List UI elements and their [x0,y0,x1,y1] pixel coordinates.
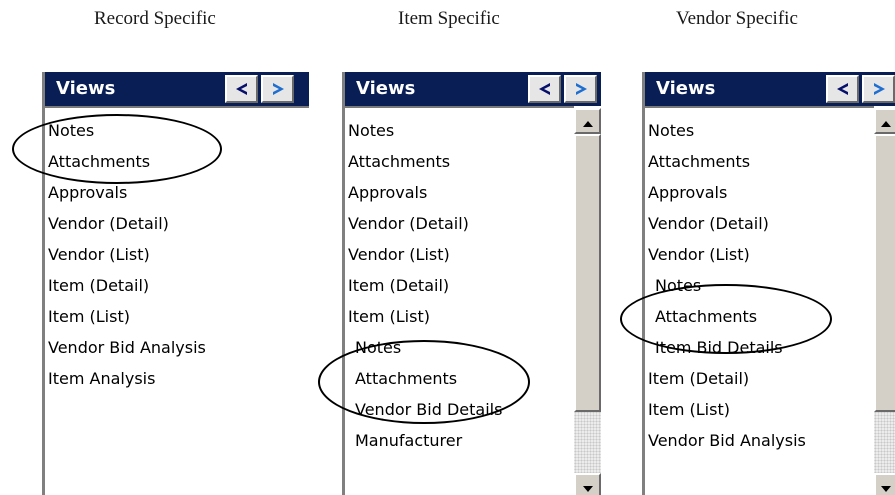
list-item-vendor-bid-details[interactable]: Vendor Bid Details [355,400,502,420]
views-title: Views [356,78,416,99]
views-panel-record: Views Notes Attachments Approvals Vendor… [42,72,309,495]
list-item-notes-item[interactable]: Notes [355,338,401,358]
list-item-vendor-list[interactable]: Vendor (List) [48,245,150,265]
list-item-approvals[interactable]: Approvals [348,183,427,203]
scroll-up-button[interactable] [874,108,895,134]
arrow-right-icon [271,82,285,96]
views-title: Views [56,78,116,99]
list-item-notes-vendor[interactable]: Notes [655,276,701,296]
scroll-down-arrow-icon [582,477,593,495]
views-next-button[interactable] [862,75,895,103]
list-item-item-list[interactable]: Item (List) [48,307,130,327]
views-header: Views [45,72,309,106]
views-list: Notes Attachments Approvals Vendor (Deta… [345,106,574,495]
views-scrollbar[interactable] [874,106,895,495]
arrow-left-icon [235,82,249,96]
list-item-vendor-list[interactable]: Vendor (List) [348,245,450,265]
scroll-down-button[interactable] [874,473,895,495]
list-item-item-list[interactable]: Item (List) [348,307,430,327]
list-item-attachments[interactable]: Attachments [648,152,750,172]
list-item-notes[interactable]: Notes [348,121,394,141]
scroll-up-button[interactable] [574,108,601,134]
list-item-attachments[interactable]: Attachments [48,152,150,172]
list-item-approvals[interactable]: Approvals [648,183,727,203]
list-item-attachments-item[interactable]: Attachments [355,369,457,389]
list-item-vendor-list[interactable]: Vendor (List) [648,245,750,265]
list-item-item-detail[interactable]: Item (Detail) [48,276,149,296]
views-next-button[interactable] [564,75,597,103]
arrow-right-icon [574,82,588,96]
caption-record-specific: Record Specific [94,8,216,29]
views-panel-item: Views Notes Attachments Approvals Vendor… [342,72,601,495]
views-prev-button[interactable] [528,75,561,103]
views-prev-button[interactable] [826,75,859,103]
views-list: Notes Attachments Approvals Vendor (Deta… [645,106,874,495]
list-item-approvals[interactable]: Approvals [48,183,127,203]
list-item-item-analysis[interactable]: Item Analysis [48,369,155,389]
list-item-item-detail[interactable]: Item (Detail) [648,369,749,389]
list-item-item-list[interactable]: Item (List) [648,400,730,420]
caption-vendor-specific: Vendor Specific [676,8,798,29]
arrow-left-icon [538,82,552,96]
arrow-left-icon [836,82,850,96]
list-item-vendor-detail[interactable]: Vendor (Detail) [48,214,169,234]
list-item-vendor-bid-analysis[interactable]: Vendor Bid Analysis [648,431,806,451]
list-item-item-bid-details[interactable]: Item Bid Details [655,338,783,358]
list-item-attachments[interactable]: Attachments [348,152,450,172]
views-list: Notes Attachments Approvals Vendor (Deta… [45,106,309,495]
views-title: Views [656,78,716,99]
list-item-item-detail[interactable]: Item (Detail) [348,276,449,296]
views-prev-button[interactable] [225,75,258,103]
list-item-attachments-vendor[interactable]: Attachments [655,307,757,327]
views-next-button[interactable] [261,75,294,103]
scroll-thumb[interactable] [874,134,895,412]
arrow-right-icon [872,82,886,96]
list-item-vendor-detail[interactable]: Vendor (Detail) [648,214,769,234]
list-item-notes[interactable]: Notes [48,121,94,141]
scroll-down-button[interactable] [574,473,601,495]
scroll-down-arrow-icon [881,477,891,495]
list-item-manufacturer[interactable]: Manufacturer [355,431,462,451]
caption-item-specific: Item Specific [398,8,500,29]
scroll-up-arrow-icon [582,112,593,131]
list-item-notes[interactable]: Notes [648,121,694,141]
list-item-vendor-bid-analysis[interactable]: Vendor Bid Analysis [48,338,206,358]
views-header: Views [345,72,601,106]
scroll-thumb[interactable] [574,134,601,412]
views-panel-vendor: Views Notes Attachments Approvals Vendor… [642,72,895,495]
views-header: Views [645,72,895,106]
views-scrollbar[interactable] [574,106,601,495]
list-item-vendor-detail[interactable]: Vendor (Detail) [348,214,469,234]
scroll-up-arrow-icon [881,112,891,131]
